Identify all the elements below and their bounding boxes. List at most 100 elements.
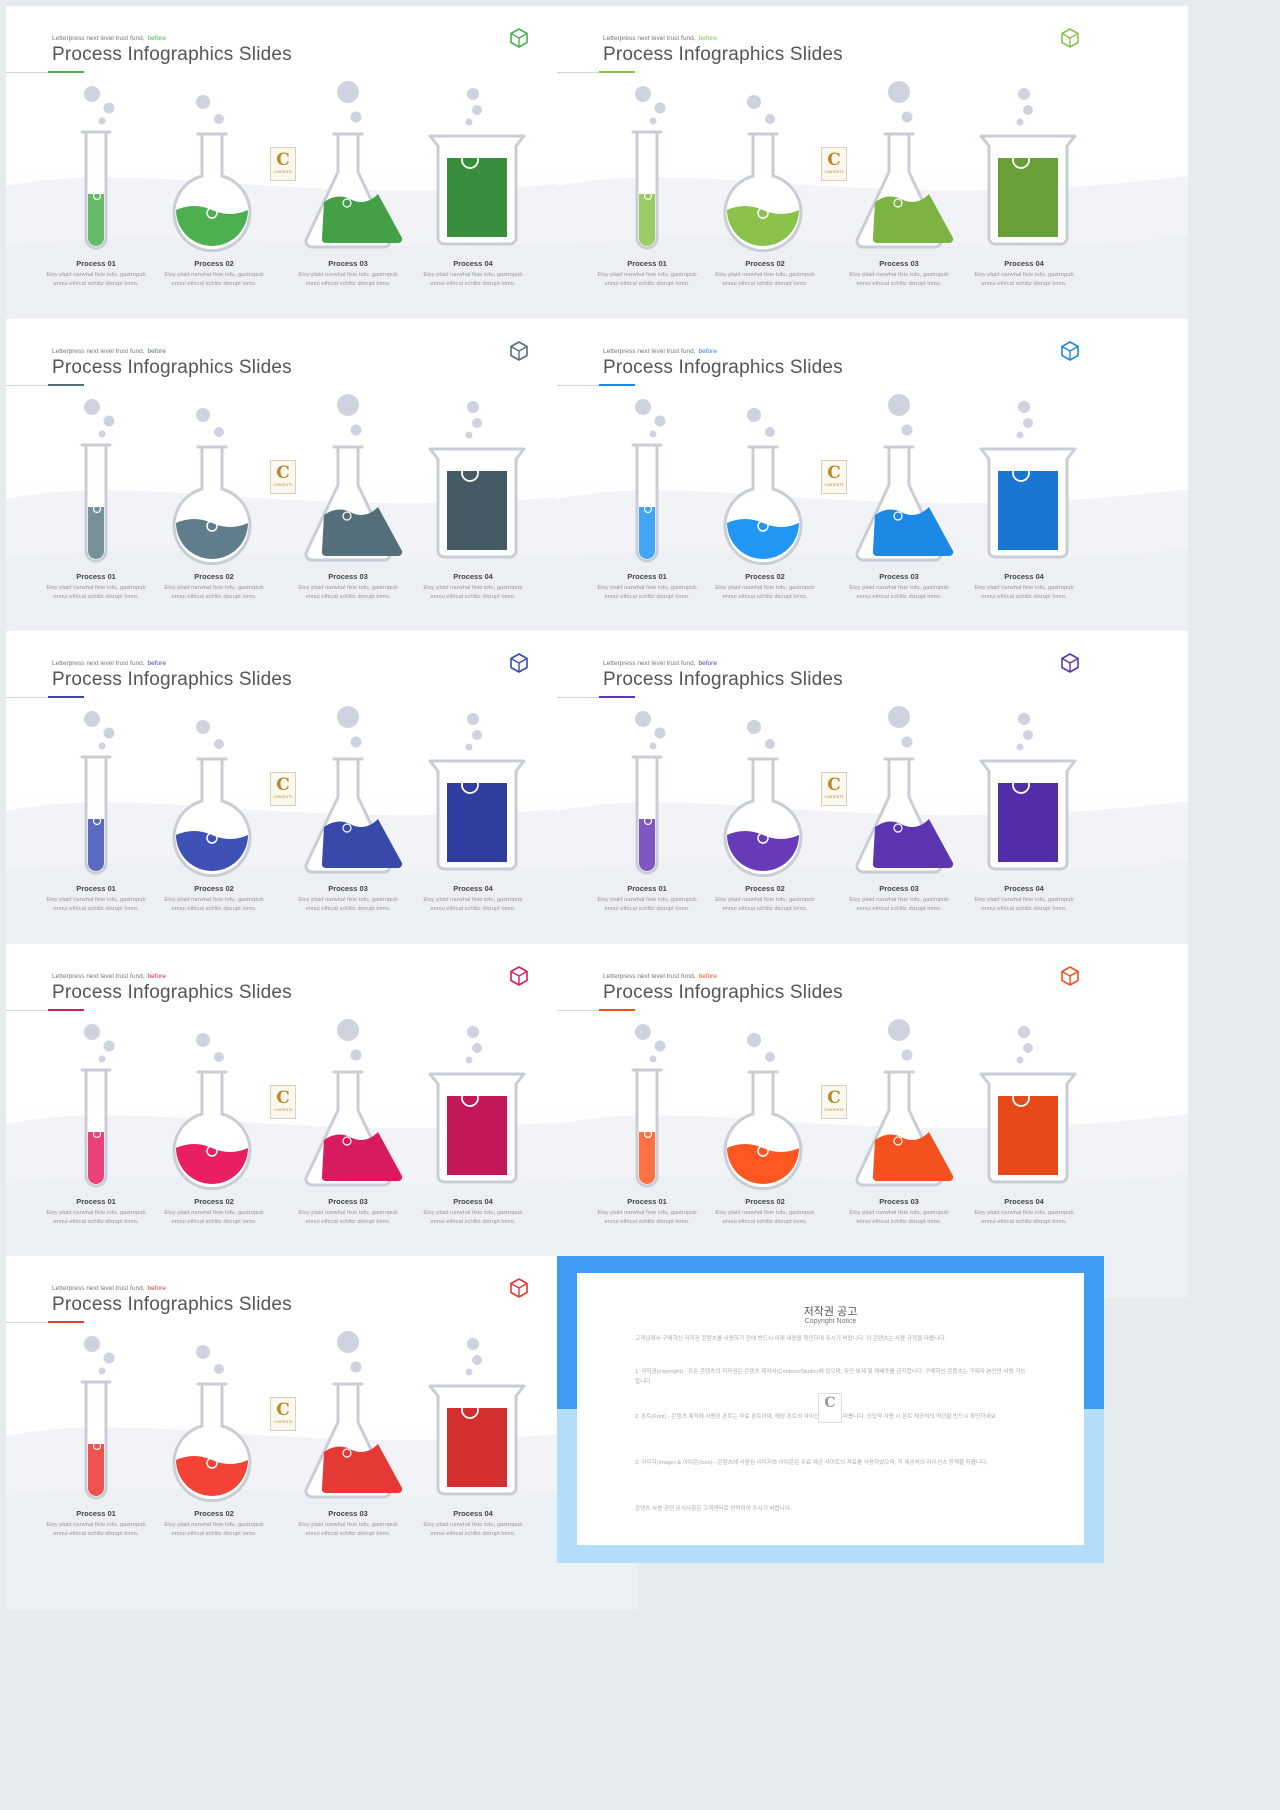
- stamp-letter: C: [827, 150, 841, 170]
- process-description: ennui ethical schlitz disrupt lomo.: [305, 1531, 391, 1537]
- slide-blue[interactable]: Letterpress next level trust fund, before…: [557, 319, 1188, 673]
- contents-stamp: C CONTENTS: [821, 1085, 847, 1119]
- process-description: Etsy plaid narwhal fixie tofu, gastropub: [164, 897, 264, 903]
- bubble: [901, 736, 913, 748]
- process-label: Process 03: [879, 884, 919, 893]
- process-label: Process 03: [879, 1197, 919, 1206]
- bubble: [337, 81, 359, 103]
- process-label: Process 01: [627, 884, 667, 893]
- process-step: Process 03 Etsy plaid narwhal fixie tofu,…: [293, 1197, 403, 1227]
- process-description: ennui ethical schlitz disrupt lomo.: [305, 281, 391, 287]
- bubble: [472, 1043, 482, 1053]
- process-description: Etsy plaid narwhal fixie tofu, gastropub: [849, 897, 949, 903]
- bubble: [467, 88, 479, 100]
- beaker-liquid: [447, 471, 507, 550]
- process-step: Process 02 Etsy plaid narwhal fixie tofu,…: [159, 259, 269, 289]
- slide-pink[interactable]: Letterpress next level trust fund, before…: [6, 944, 637, 1298]
- beaker-liquid: [447, 1096, 507, 1175]
- process-description: Etsy plaid narwhal fixie tofu, gastropub: [298, 1210, 398, 1216]
- process-step: Process 01 Etsy plaid narwhal fixie tofu,…: [41, 884, 151, 914]
- process-step: Process 01 Etsy plaid narwhal fixie tofu,…: [592, 572, 702, 602]
- process-step: Process 04 Etsy plaid narwhal fixie tofu,…: [969, 259, 1079, 289]
- slide-lime[interactable]: Letterpress next level trust fund, before…: [557, 6, 1188, 360]
- slide-purple[interactable]: Letterpress next level trust fund, before…: [557, 631, 1188, 985]
- process-description: Etsy plaid narwhal fixie tofu, gastropub: [715, 1210, 815, 1216]
- process-description: ennui ethical schlitz disrupt lomo.: [722, 1219, 808, 1225]
- lab-glassware: [631, 1019, 1077, 1191]
- process-description: Etsy plaid narwhal fixie tofu, gastropub: [164, 272, 264, 278]
- process-step: Process 02 Etsy plaid narwhal fixie tofu,…: [159, 572, 269, 602]
- process-description: ennui ethical schlitz disrupt lomo.: [604, 281, 690, 287]
- bubble: [649, 117, 657, 125]
- bubble: [1023, 418, 1033, 428]
- stamp-text: CONTENTS: [824, 170, 844, 174]
- bubble: [98, 742, 106, 750]
- bubble: [214, 114, 224, 124]
- process-label: Process 01: [627, 572, 667, 581]
- beaker-liquid: [998, 1096, 1058, 1175]
- process-label: Process 04: [453, 572, 493, 581]
- stamp-text: CONTENTS: [273, 795, 293, 799]
- process-description: Etsy plaid narwhal fixie tofu, gastropub: [164, 1210, 264, 1216]
- bubble: [337, 1331, 359, 1353]
- process-step: Process 02 Etsy plaid narwhal fixie tofu,…: [710, 572, 820, 602]
- bubble: [103, 1352, 115, 1364]
- process-label: Process 04: [1004, 884, 1044, 893]
- bubble: [649, 1055, 657, 1063]
- bubble: [84, 1024, 100, 1040]
- process-step: Process 01 Etsy plaid narwhal fixie tofu,…: [592, 1197, 702, 1227]
- bubble: [465, 431, 473, 439]
- process-description: ennui ethical schlitz disrupt lomo.: [856, 594, 942, 600]
- beaker-liquid: [447, 783, 507, 862]
- bubble: [196, 95, 210, 109]
- process-description: ennui ethical schlitz disrupt lomo.: [430, 1219, 516, 1225]
- bubble: [747, 95, 761, 109]
- bubble: [465, 743, 473, 751]
- bubble: [765, 114, 775, 124]
- bubble: [84, 399, 100, 415]
- bubble: [337, 706, 359, 728]
- lab-glassware: [631, 81, 1077, 253]
- copyright-slide[interactable]: 저작권 공고 Copyright Notice 고객님께서 구매하신 저작권 콘…: [557, 1256, 1104, 1563]
- process-label: Process 02: [745, 1197, 785, 1206]
- bubble: [98, 430, 106, 438]
- process-label: Process 04: [1004, 259, 1044, 268]
- copyright-paragraph: 콘텐츠 사용 관련 문의사항은 고객센터로 연락하여 주시기 바랍니다.: [635, 1506, 792, 1512]
- slide-indigo[interactable]: Letterpress next level trust fund, before…: [6, 631, 637, 985]
- bubble: [472, 105, 482, 115]
- bubble: [98, 117, 106, 125]
- process-step: Process 04 Etsy plaid narwhal fixie tofu,…: [418, 259, 528, 289]
- beaker-liquid: [998, 158, 1058, 237]
- bubble: [467, 713, 479, 725]
- bubble: [465, 118, 473, 126]
- process-description: ennui ethical schlitz disrupt lomo.: [171, 281, 257, 287]
- bubble: [635, 86, 651, 102]
- bubble: [350, 111, 362, 123]
- process-step: Process 02 Etsy plaid narwhal fixie tofu,…: [710, 259, 820, 289]
- bubble: [765, 1052, 775, 1062]
- process-label: Process 04: [453, 884, 493, 893]
- bubble: [467, 1338, 479, 1350]
- stamp-letter: C: [276, 1400, 290, 1420]
- slide-red[interactable]: Letterpress next level trust fund, before…: [6, 1256, 637, 1610]
- bubble: [467, 401, 479, 413]
- process-description: ennui ethical schlitz disrupt lomo.: [430, 906, 516, 912]
- process-description: ennui ethical schlitz disrupt lomo.: [722, 281, 808, 287]
- slide-slate[interactable]: Letterpress next level trust fund, before…: [6, 319, 637, 673]
- test-tube-liquid: [88, 819, 104, 871]
- process-description: ennui ethical schlitz disrupt lomo.: [722, 594, 808, 600]
- process-step: Process 03 Etsy plaid narwhal fixie tofu,…: [293, 1509, 403, 1539]
- bubble: [1018, 1026, 1030, 1038]
- bubble: [747, 1033, 761, 1047]
- slide-green[interactable]: Letterpress next level trust fund, before…: [6, 6, 637, 360]
- process-description: ennui ethical schlitz disrupt lomo.: [430, 594, 516, 600]
- process-description: ennui ethical schlitz disrupt lomo.: [430, 281, 516, 287]
- slide-orange[interactable]: Letterpress next level trust fund, before…: [557, 944, 1188, 1298]
- process-step: Process 02 Etsy plaid narwhal fixie tofu,…: [159, 884, 269, 914]
- bubble: [337, 394, 359, 416]
- process-description: Etsy plaid narwhal fixie tofu, gastropub: [849, 585, 949, 591]
- process-description: Etsy plaid narwhal fixie tofu, gastropub: [164, 1522, 264, 1528]
- process-description: Etsy plaid narwhal fixie tofu, gastropub: [974, 272, 1074, 278]
- bubble: [472, 1355, 482, 1365]
- bubble: [214, 739, 224, 749]
